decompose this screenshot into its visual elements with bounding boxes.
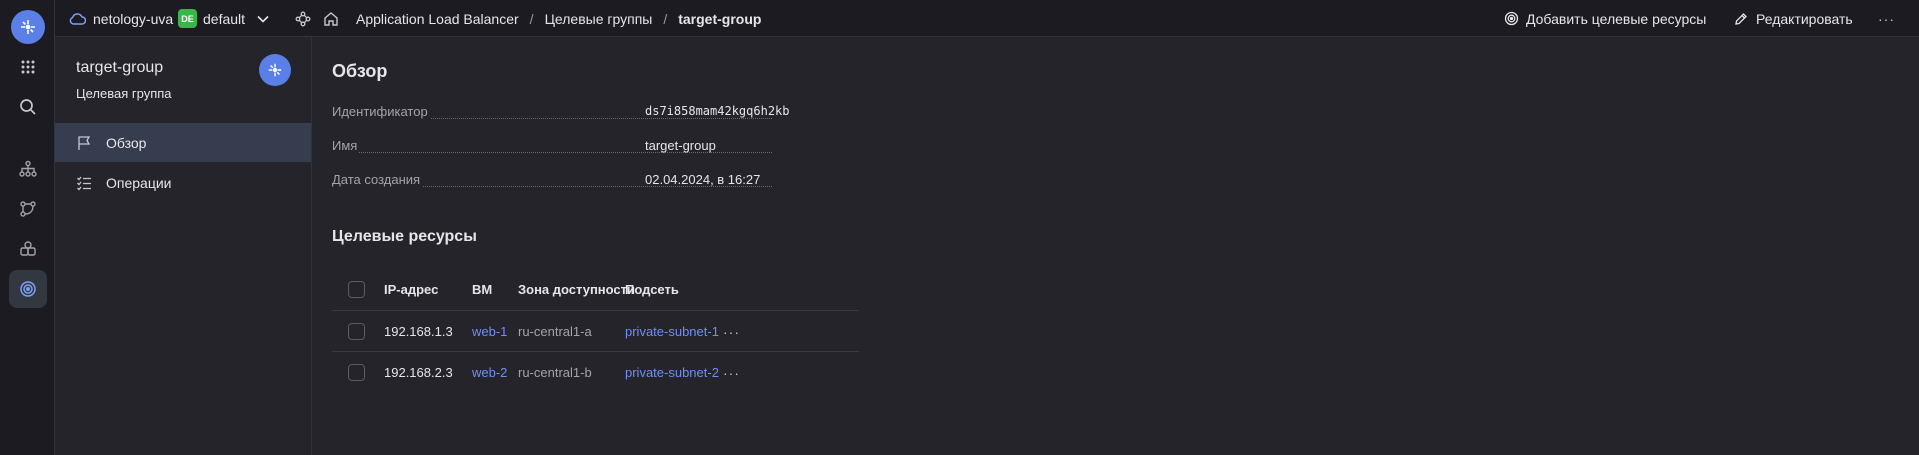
cloud-selector[interactable]: netology-uva	[69, 0, 173, 37]
more-icon: ···	[1878, 10, 1895, 27]
folder-badge: DE	[178, 9, 197, 28]
main-content: Обзор Идентификатор ds7i858mam42kgq6h2kb…	[313, 37, 1919, 455]
list-checks-icon	[76, 174, 94, 192]
breadcrumb-separator: /	[663, 10, 668, 27]
folder-name: default	[203, 10, 246, 27]
main-nav-rail	[0, 0, 55, 455]
property-label: Дата создания	[332, 172, 423, 187]
column-header[interactable]: ВМ	[472, 269, 492, 310]
subnet-link[interactable]: private-subnet-2	[625, 352, 719, 393]
breadcrumb-current: target-group	[678, 10, 762, 27]
resource-sidebar: target-group Целевая группа Обзор Операц…	[55, 37, 312, 455]
sidebar-item-overview[interactable]: Обзор	[55, 123, 311, 162]
vm-link[interactable]: web-2	[472, 352, 507, 393]
cloud-name: netology-uva	[93, 10, 174, 27]
search-icon[interactable]	[9, 88, 47, 126]
subnet-link[interactable]: private-subnet-1	[625, 311, 719, 352]
cloud-logo-icon[interactable]	[11, 10, 45, 44]
edit-label: Редактировать	[1756, 10, 1853, 27]
targets-heading: Целевые ресурсы	[332, 228, 477, 245]
resource-title: target-group	[76, 59, 164, 76]
overview-heading: Обзор	[332, 61, 388, 81]
home-icon[interactable]	[323, 0, 339, 37]
property-label: Имя	[332, 138, 360, 153]
cloud-icon	[69, 12, 86, 25]
row-checkbox[interactable]	[348, 352, 365, 393]
more-actions-button[interactable]: ···	[1878, 0, 1895, 37]
service-badge-icon[interactable]	[259, 54, 291, 86]
vm-link[interactable]: web-1	[472, 311, 507, 352]
load-balancers-icon[interactable]	[9, 150, 47, 188]
top-bar: netology-uva DE default Application Load…	[55, 0, 1919, 37]
add-targets-button[interactable]: Добавить целевые ресурсы	[1504, 0, 1706, 37]
edit-button[interactable]: Редактировать	[1734, 0, 1853, 37]
http-routers-icon[interactable]	[9, 190, 47, 228]
column-header[interactable]: Подсеть	[625, 269, 679, 310]
breadcrumb: Application Load Balancer / Целевые груп…	[356, 0, 761, 37]
column-header[interactable]: IP-адрес	[384, 269, 438, 310]
all-services-icon[interactable]	[9, 48, 47, 86]
flag-icon	[76, 134, 94, 152]
pencil-icon	[1734, 12, 1748, 26]
sidebar-item-operations[interactable]: Операции	[55, 163, 311, 202]
zone-cell: ru-central1-a	[518, 324, 592, 339]
add-targets-label: Добавить целевые ресурсы	[1526, 10, 1707, 27]
property-label: Идентификатор	[332, 104, 430, 119]
property-value: ds7i858mam42kgq6h2kb	[645, 104, 790, 118]
column-header[interactable]: Зона доступности	[518, 269, 635, 310]
ip-cell: 192.168.1.3	[384, 324, 453, 339]
breadcrumb-section[interactable]: Целевые группы	[545, 11, 653, 27]
backend-groups-icon[interactable]	[9, 230, 47, 268]
row-actions-button[interactable]: ···	[723, 311, 740, 352]
resource-type: Целевая группа	[76, 86, 172, 101]
target-groups-icon[interactable]	[9, 270, 47, 308]
property-value: target-group	[645, 138, 716, 153]
table-header: IP-адрес ВМ Зона доступности Подсеть	[332, 269, 859, 310]
chevron-down-icon[interactable]	[257, 15, 269, 23]
property-value: 02.04.2024, в 16:27	[645, 172, 761, 187]
row-actions-button[interactable]: ···	[723, 352, 740, 393]
select-all-checkbox[interactable]	[348, 269, 365, 310]
table-row: 192.168.2.3 web-2 ru-central1-b private-…	[332, 351, 859, 392]
breadcrumb-separator: /	[529, 10, 534, 27]
row-checkbox[interactable]	[348, 311, 365, 352]
sidebar-item-label: Обзор	[106, 134, 147, 151]
zone-cell: ru-central1-b	[518, 365, 592, 380]
breadcrumb-service[interactable]: Application Load Balancer	[356, 11, 519, 27]
sidebar-item-label: Операции	[106, 174, 172, 191]
property-row: Дата создания 02.04.2024, в 16:27	[332, 172, 772, 192]
property-row: Имя target-group	[332, 138, 772, 158]
table-row: 192.168.1.3 web-1 ru-central1-a private-…	[332, 310, 859, 351]
service-icon[interactable]	[295, 0, 311, 37]
property-row: Идентификатор ds7i858mam42kgq6h2kb	[332, 104, 790, 124]
folder-selector[interactable]: DE default	[178, 0, 269, 37]
ip-cell: 192.168.2.3	[384, 365, 453, 380]
target-icon	[1504, 11, 1519, 26]
